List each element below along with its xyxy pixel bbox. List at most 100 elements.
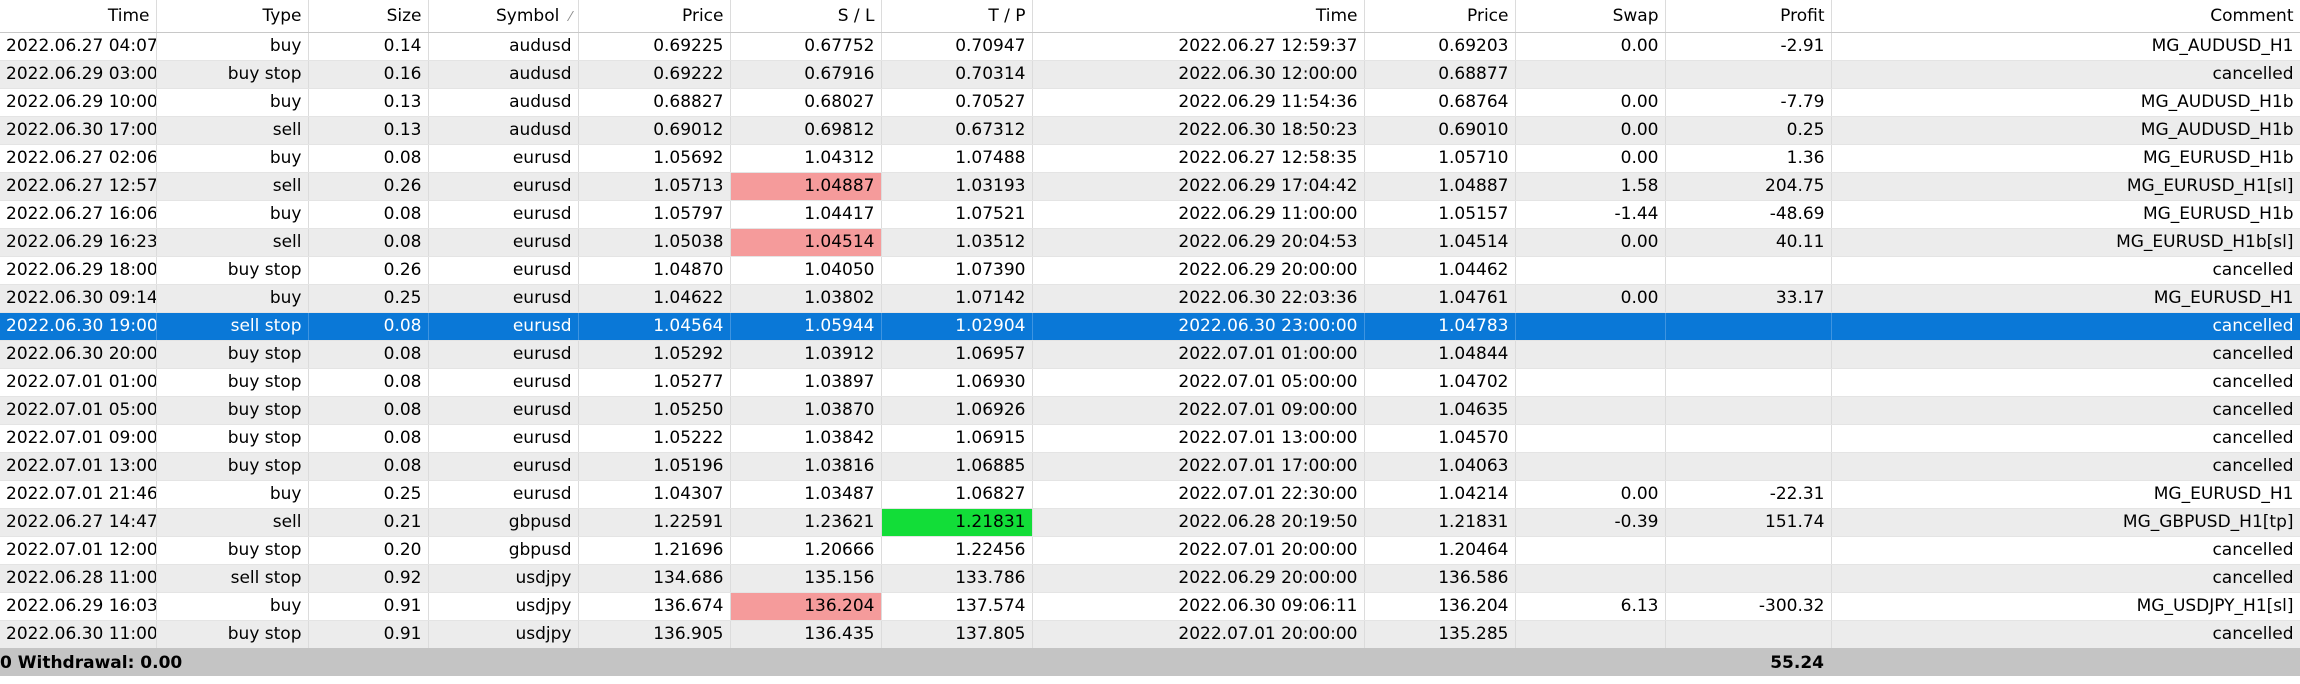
cell-close-time: 2022.06.29 20:00:00 — [1032, 256, 1365, 285]
cell-close-price: 1.04462 — [1364, 256, 1516, 285]
cell-close-time: 2022.07.01 05:00:00 — [1032, 368, 1365, 397]
total-profit: 55.24 — [1770, 653, 1824, 673]
table-row[interactable]: 2022.07.01 01:00:00buy stop0.08eurusd1.0… — [0, 368, 2300, 397]
table-row[interactable]: 2022.06.27 04:07:42buy0.14audusd0.692250… — [0, 32, 2300, 61]
col-header-close-price[interactable]: Price — [1364, 0, 1516, 33]
table-row[interactable]: 2022.06.30 19:00:00sell stop0.08eurusd1.… — [0, 312, 2300, 341]
table-row[interactable]: 2022.06.28 11:00:00sell stop0.92usdjpy13… — [0, 564, 2300, 593]
table-row[interactable]: 2022.06.30 11:00:00buy stop0.91usdjpy136… — [0, 620, 2300, 649]
cell-take-profit: 1.07521 — [881, 200, 1033, 229]
col-header-comment[interactable]: Comment — [1831, 0, 2300, 33]
cell-take-profit: 0.67312 — [881, 116, 1033, 145]
table-row[interactable]: 2022.06.27 02:06:27buy0.08eurusd1.056921… — [0, 144, 2300, 173]
cell-type: buy stop — [156, 452, 309, 481]
cell-stop-loss: 1.23621 — [730, 508, 882, 537]
col-header-take-profit[interactable]: T / P — [881, 0, 1033, 33]
cell-profit: 33.17 — [1665, 284, 1832, 313]
cell-close-price: 1.21831 — [1364, 508, 1516, 537]
table-row[interactable]: 2022.06.30 17:00:00sell0.13audusd0.69012… — [0, 116, 2300, 145]
table-row[interactable]: 2022.06.29 10:00:00buy0.13audusd0.688270… — [0, 88, 2300, 117]
cell-symbol: eurusd — [428, 424, 579, 453]
cell-close-time: 2022.07.01 20:00:00 — [1032, 620, 1365, 649]
cell-profit: -300.32 — [1665, 592, 1832, 621]
cell-swap: 0.00 — [1515, 32, 1666, 61]
cell-open-time: 2022.07.01 21:46:05 — [0, 480, 157, 509]
table-row[interactable]: 2022.07.01 21:46:05buy0.25eurusd1.043071… — [0, 480, 2300, 509]
cell-type: sell stop — [156, 564, 309, 593]
cell-type: buy stop — [156, 60, 309, 89]
cell-take-profit: 1.06885 — [881, 452, 1033, 481]
cell-close-time: 2022.06.30 18:50:23 — [1032, 116, 1365, 145]
col-header-size[interactable]: Size — [308, 0, 429, 33]
cell-comment: MG_AUDUSD_H1b — [1831, 88, 2300, 117]
cell-comment: MG_AUDUSD_H1b — [1831, 116, 2300, 145]
col-header-swap[interactable]: Swap — [1515, 0, 1666, 33]
cell-profit — [1665, 564, 1832, 593]
cell-symbol: eurusd — [428, 256, 579, 285]
cell-take-profit: 1.07488 — [881, 144, 1033, 173]
table-row[interactable]: 2022.07.01 09:00:00buy stop0.08eurusd1.0… — [0, 424, 2300, 453]
cell-open-price: 1.05222 — [578, 424, 731, 453]
cell-open-price: 134.686 — [578, 564, 731, 593]
cell-take-profit: 1.03193 — [881, 172, 1033, 201]
cell-close-price: 1.04783 — [1364, 312, 1516, 341]
table-row[interactable]: 2022.06.29 03:00:00buy stop0.16audusd0.6… — [0, 60, 2300, 89]
table-row[interactable]: 2022.06.27 16:06:13buy0.08eurusd1.057971… — [0, 200, 2300, 229]
cell-symbol: usdjpy — [428, 564, 579, 593]
table-row[interactable]: 2022.07.01 13:00:00buy stop0.08eurusd1.0… — [0, 452, 2300, 481]
col-header-symbol[interactable]: Symbol ⁄ — [428, 0, 579, 33]
cell-open-price: 1.04307 — [578, 480, 731, 509]
cell-close-price: 1.04887 — [1364, 172, 1516, 201]
cell-type: buy stop — [156, 536, 309, 565]
cell-comment: cancelled — [1831, 536, 2300, 565]
cell-swap — [1515, 256, 1666, 285]
cell-open-time: 2022.06.27 16:06:13 — [0, 200, 157, 229]
cell-type: buy — [156, 32, 309, 61]
cell-profit: 0.25 — [1665, 116, 1832, 145]
cell-stop-loss: 1.03870 — [730, 396, 882, 425]
col-header-stop-loss[interactable]: S / L — [730, 0, 882, 33]
table-row[interactable]: 2022.06.27 12:57:35sell0.26eurusd1.05713… — [0, 172, 2300, 201]
cell-close-price: 1.04063 — [1364, 452, 1516, 481]
cell-open-price: 1.05038 — [578, 228, 731, 257]
cell-comment: cancelled — [1831, 340, 2300, 369]
cell-profit: 204.75 — [1665, 172, 1832, 201]
table-row[interactable]: 2022.06.30 09:14:29buy0.25eurusd1.046221… — [0, 284, 2300, 313]
cell-comment: cancelled — [1831, 424, 2300, 453]
cell-stop-loss: 1.05944 — [730, 312, 882, 341]
cell-open-time: 2022.06.29 03:00:00 — [0, 60, 157, 89]
cell-take-profit: 0.70947 — [881, 32, 1033, 61]
cell-close-time: 2022.07.01 20:00:00 — [1032, 536, 1365, 565]
table-row[interactable]: 2022.07.01 05:00:00buy stop0.08eurusd1.0… — [0, 396, 2300, 425]
cell-size: 0.92 — [308, 564, 429, 593]
col-header-close-time[interactable]: Time — [1032, 0, 1365, 33]
cell-type: sell — [156, 508, 309, 537]
table-row[interactable]: 2022.07.01 12:00:00buy stop0.20gbpusd1.2… — [0, 536, 2300, 565]
table-row[interactable]: 2022.06.29 18:00:00buy stop0.26eurusd1.0… — [0, 256, 2300, 285]
col-header-profit[interactable]: Profit — [1665, 0, 1832, 33]
cell-open-time: 2022.06.29 10:00:00 — [0, 88, 157, 117]
table-row[interactable]: 2022.06.29 16:23:31sell0.08eurusd1.05038… — [0, 228, 2300, 257]
col-header-open-price[interactable]: Price — [578, 0, 731, 33]
table-row[interactable]: 2022.06.30 20:00:00buy stop0.08eurusd1.0… — [0, 340, 2300, 369]
cell-symbol: eurusd — [428, 284, 579, 313]
cell-comment: cancelled — [1831, 60, 2300, 89]
cell-stop-loss: 1.04514 — [730, 228, 882, 257]
table-row[interactable]: 2022.06.27 14:47:20sell0.21gbpusd1.22591… — [0, 508, 2300, 537]
cell-comment: cancelled — [1831, 256, 2300, 285]
cell-close-price: 1.04761 — [1364, 284, 1516, 313]
cell-comment: cancelled — [1831, 620, 2300, 649]
table-row[interactable]: 2022.06.29 16:03:12buy0.91usdjpy136.6741… — [0, 592, 2300, 621]
cell-open-time: 2022.07.01 05:00:00 — [0, 396, 157, 425]
cell-take-profit: 0.70314 — [881, 60, 1033, 89]
col-header-type[interactable]: Type — [156, 0, 309, 33]
cell-symbol: eurusd — [428, 340, 579, 369]
col-header-open-time[interactable]: Time — [0, 0, 157, 33]
cell-stop-loss: 0.68027 — [730, 88, 882, 117]
cell-symbol: usdjpy — [428, 592, 579, 621]
cell-comment: cancelled — [1831, 452, 2300, 481]
cell-stop-loss: 1.03842 — [730, 424, 882, 453]
cell-stop-loss: 1.04417 — [730, 200, 882, 229]
cell-size: 0.08 — [308, 424, 429, 453]
cell-open-time: 2022.06.29 16:03:12 — [0, 592, 157, 621]
